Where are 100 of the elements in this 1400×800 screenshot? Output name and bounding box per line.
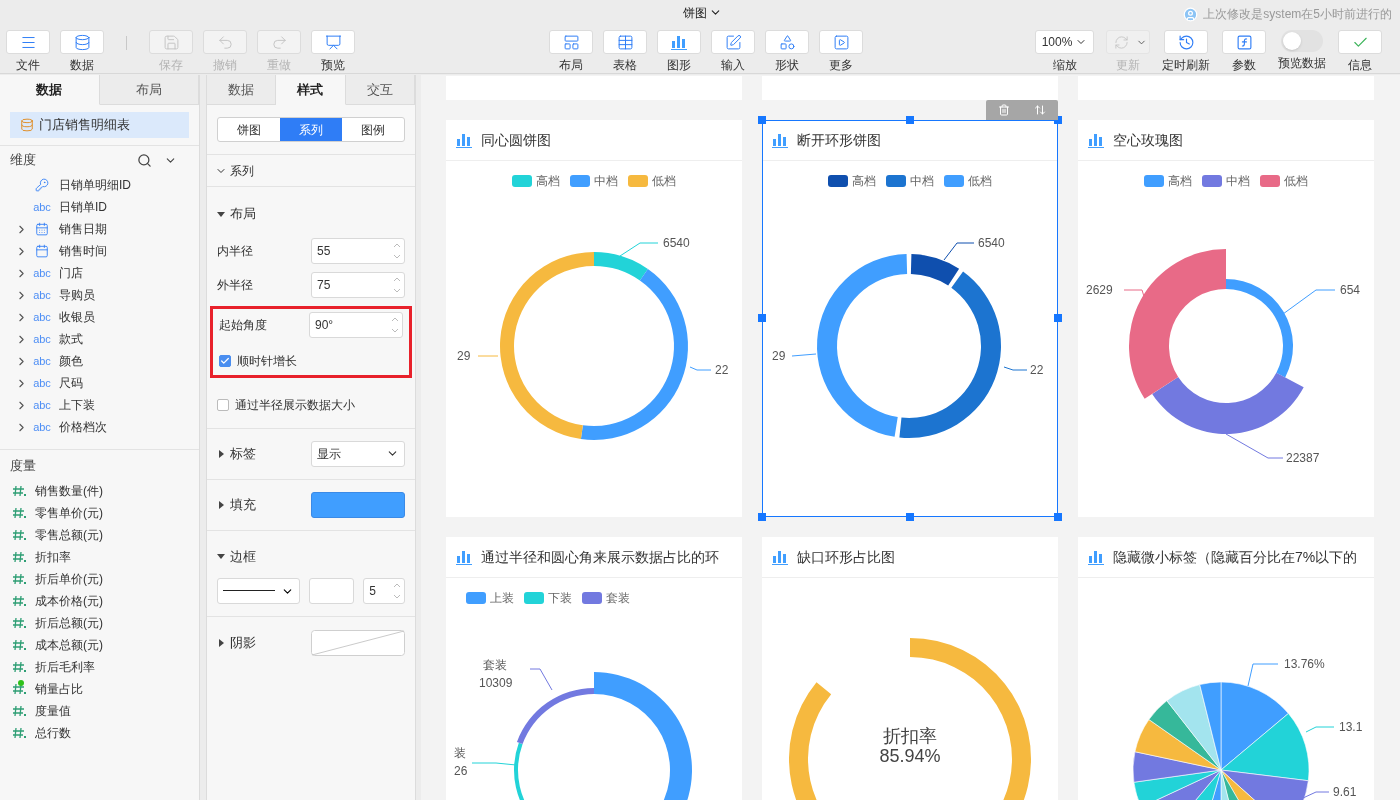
- legend-label[interactable]: 中档: [1226, 171, 1250, 190]
- field-item[interactable]: 收银员: [59, 308, 95, 326]
- line-style-select[interactable]: [217, 578, 300, 604]
- toolbar-button[interactable]: [60, 30, 104, 54]
- resize-handle[interactable]: [906, 116, 914, 124]
- field-item[interactable]: 零售总额(元): [35, 526, 103, 544]
- legend-label[interactable]: 低档: [968, 171, 992, 190]
- legend-label[interactable]: 高档: [536, 171, 560, 190]
- zoom-select[interactable]: 100%: [1035, 30, 1094, 54]
- legend-label[interactable]: 上装: [490, 588, 514, 607]
- field-item[interactable]: 上下装: [59, 396, 95, 414]
- chart-card[interactable]: 缺口环形占比图 折扣率 85.94%: [762, 537, 1058, 800]
- search-icon[interactable]: [137, 152, 152, 168]
- section-toggle[interactable]: 阴影: [217, 632, 256, 653]
- legend-label[interactable]: 低档: [652, 171, 676, 190]
- spinner-icon[interactable]: [391, 315, 399, 334]
- number-field[interactable]: 5: [363, 578, 405, 604]
- panel-tab[interactable]: 布局: [99, 75, 199, 105]
- chart-card[interactable]: 隐藏微小标签（隐藏百分比在7%以下的 13.76% 13.1 9.61: [1078, 537, 1374, 800]
- toolbar-button[interactable]: [603, 30, 647, 54]
- chart-card[interactable]: 断开环形饼图 高档 中档 低档 6540 22 29: [762, 120, 1058, 517]
- document-title[interactable]: 饼图: [682, 3, 722, 22]
- field-item[interactable]: 折后毛利率: [35, 658, 95, 676]
- field-item[interactable]: 折后总额(元): [35, 614, 103, 632]
- panel-tab[interactable]: 交互: [345, 75, 415, 105]
- label-select[interactable]: 显示: [311, 440, 405, 467]
- legend-label[interactable]: 高档: [852, 171, 876, 190]
- chart-card[interactable]: 通过半径和圆心角来展示数据占比的环 上装 下装 套装 套装 10309 装 26: [446, 537, 742, 800]
- toolbar-button[interactable]: [1222, 30, 1266, 54]
- delete-icon[interactable]: [998, 104, 1010, 116]
- resize-handle[interactable]: [1054, 314, 1062, 322]
- field-item[interactable]: 成本价格(元): [35, 592, 103, 610]
- field-item[interactable]: 价格档次: [59, 418, 107, 436]
- checkbox[interactable]: [217, 398, 229, 411]
- spinner-icon[interactable]: [393, 275, 401, 294]
- field-item[interactable]: 导购员: [59, 286, 95, 304]
- legend-label[interactable]: 高档: [1168, 171, 1192, 190]
- toolbar-button[interactable]: [6, 30, 50, 54]
- field-item[interactable]: 销售日期: [59, 220, 107, 238]
- chart-card[interactable]: 同心圆饼图 高档 中档 低档 6540 22 29: [446, 120, 742, 517]
- type-label: abc: [33, 332, 51, 346]
- color-swatch[interactable]: [311, 491, 405, 518]
- panel-tab[interactable]: 数据: [207, 75, 277, 105]
- field-item[interactable]: 销售时间: [59, 242, 107, 260]
- number-field[interactable]: 75: [311, 271, 405, 298]
- number-field[interactable]: 55: [311, 237, 405, 264]
- field-item[interactable]: 颜色: [59, 352, 83, 370]
- field-item[interactable]: 款式: [59, 330, 83, 348]
- legend-label[interactable]: 下装: [548, 588, 572, 607]
- toolbar-button[interactable]: [1338, 30, 1382, 54]
- resize-handle[interactable]: [906, 513, 914, 521]
- swap-icon[interactable]: [1034, 104, 1046, 116]
- dataset-item[interactable]: 门店销售明细表: [10, 112, 189, 138]
- field-item[interactable]: 零售单价(元): [35, 504, 103, 522]
- field-item[interactable]: 销售数量(件): [35, 482, 103, 500]
- toolbar-button[interactable]: [657, 30, 701, 54]
- hash-icon: [12, 661, 26, 673]
- field-item[interactable]: 度量值: [35, 702, 71, 720]
- toolbar-button[interactable]: [765, 30, 809, 54]
- toolbar-button[interactable]: [1164, 30, 1208, 54]
- color-field[interactable]: [308, 578, 355, 604]
- legend-label[interactable]: 中档: [594, 171, 618, 190]
- field-item[interactable]: 总行数: [35, 724, 71, 742]
- resize-handle[interactable]: [758, 513, 766, 521]
- field-item[interactable]: 日销单ID: [59, 198, 107, 216]
- field-item[interactable]: 折扣率: [35, 548, 71, 566]
- legend-label[interactable]: 中档: [910, 171, 934, 190]
- shadow-swatch[interactable]: [311, 629, 405, 656]
- data-label: 13.76%: [1284, 657, 1325, 671]
- field-item[interactable]: 尺码: [59, 374, 83, 392]
- toolbar-button[interactable]: [311, 30, 355, 54]
- field-item[interactable]: 成本总额(元): [35, 636, 103, 654]
- checkbox[interactable]: [219, 354, 231, 367]
- resize-handle[interactable]: [1054, 513, 1062, 521]
- spinner-icon[interactable]: [393, 582, 401, 600]
- section-toggle[interactable]: 填充: [217, 494, 256, 515]
- number-field[interactable]: 90°: [309, 311, 403, 338]
- field-item[interactable]: 折后单价(元): [35, 570, 103, 588]
- toolbar-button[interactable]: [711, 30, 755, 54]
- section-toggle[interactable]: 标签: [217, 443, 256, 464]
- segment-tab[interactable]: 系列: [280, 118, 342, 141]
- section-toggle[interactable]: 布局: [217, 204, 405, 224]
- toggle-switch[interactable]: [1281, 30, 1323, 52]
- field-item[interactable]: 销量占比: [35, 680, 83, 698]
- field-item[interactable]: 日销单明细ID: [59, 176, 131, 194]
- field-item[interactable]: 门店: [59, 264, 83, 282]
- toolbar-button[interactable]: [549, 30, 593, 54]
- segment-tab[interactable]: 图例: [342, 118, 404, 141]
- section-toggle[interactable]: 系列: [215, 161, 254, 180]
- toolbar-button[interactable]: [819, 30, 863, 54]
- spinner-icon[interactable]: [393, 241, 401, 260]
- segment-tab[interactable]: 饼图: [218, 118, 280, 141]
- legend-label[interactable]: 低档: [1284, 171, 1308, 190]
- section-toggle[interactable]: 边框: [217, 546, 405, 566]
- resize-handle[interactable]: [758, 314, 766, 322]
- hash-icon: [12, 639, 26, 651]
- legend-label[interactable]: 套装: [606, 588, 630, 607]
- resize-handle[interactable]: [758, 116, 766, 124]
- toolbar-label: 参数: [1232, 58, 1256, 72]
- chart-card[interactable]: 空心玫瑰图 高档 中档 低档 654 22387 2629: [1078, 120, 1374, 517]
